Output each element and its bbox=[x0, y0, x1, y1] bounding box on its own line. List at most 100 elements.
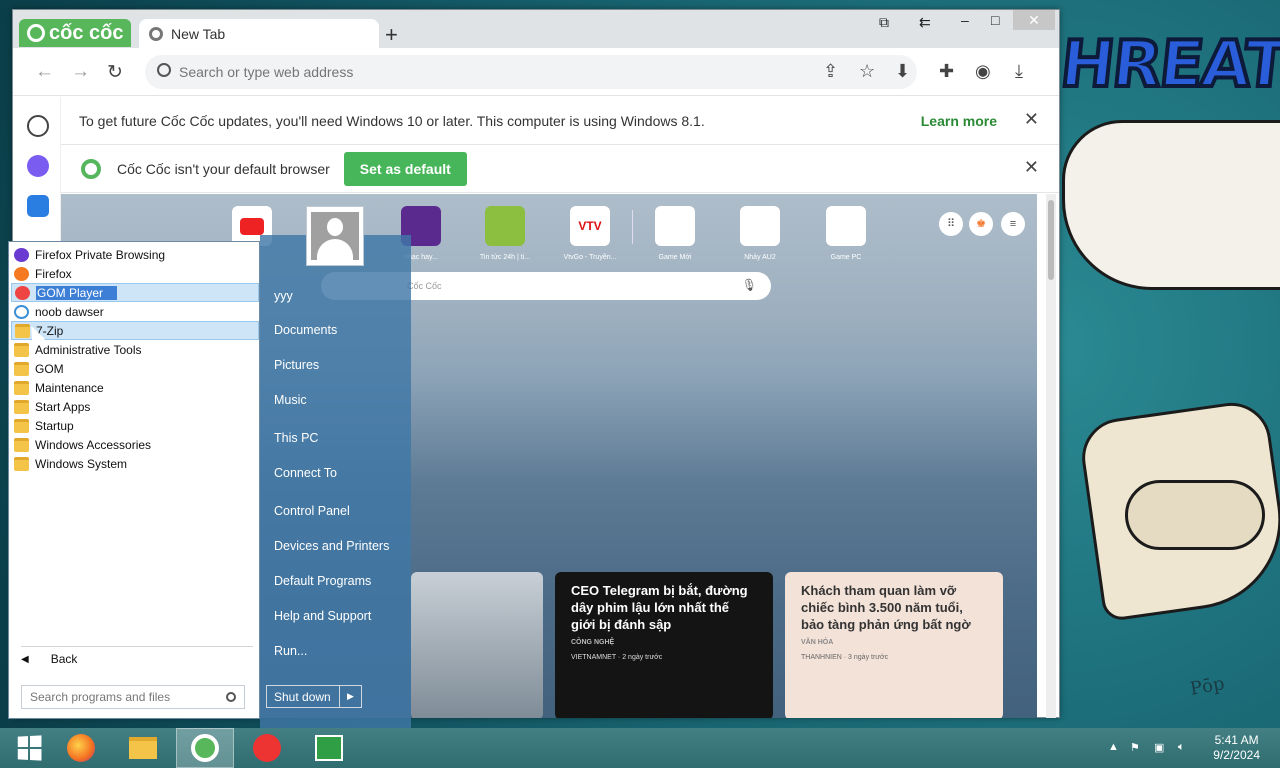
speed-dial-item[interactable] bbox=[655, 206, 695, 246]
apps-grid-icon[interactable]: ⠿ bbox=[939, 212, 963, 236]
back-button[interactable]: ◀ Back bbox=[21, 652, 77, 666]
microphone-icon[interactable]: 🎙︎ bbox=[742, 278, 757, 292]
new-tab-button[interactable]: + bbox=[385, 22, 398, 48]
taskbar-store[interactable] bbox=[300, 728, 358, 768]
tab-bar: cốc cốc New Tab + ⧉ ⇇ ‒ □ ✕ bbox=[13, 10, 1059, 48]
start-right-item[interactable]: Run... bbox=[274, 644, 307, 658]
program-label: Administrative Tools bbox=[35, 342, 142, 357]
address-input[interactable] bbox=[179, 60, 779, 84]
taskbar-file-explorer[interactable] bbox=[114, 728, 172, 768]
start-right-item[interactable]: Default Programs bbox=[274, 574, 371, 588]
program-item[interactable]: 7-Zip bbox=[11, 321, 259, 340]
program-item[interactable]: Maintenance bbox=[11, 378, 259, 397]
news-card[interactable]: CEO Telegram bị bắt, đường dây phim lậu … bbox=[555, 572, 773, 718]
extensions-icon[interactable]: ✚ bbox=[939, 61, 954, 82]
program-item[interactable]: Firefox bbox=[11, 264, 259, 283]
folder-icon bbox=[14, 361, 29, 376]
start-right-item[interactable]: Music bbox=[274, 393, 307, 407]
games-icon[interactable]: ♚ bbox=[969, 212, 993, 236]
sidebar-toggle-icon[interactable]: ⇇ bbox=[919, 14, 931, 31]
firefox-icon bbox=[14, 266, 29, 281]
forward-arrow-icon[interactable]: → bbox=[71, 61, 90, 83]
coccoc-menu-button[interactable]: cốc cốc bbox=[19, 19, 131, 47]
user-avatar[interactable] bbox=[306, 206, 364, 266]
speed-dial-item[interactable] bbox=[740, 206, 780, 246]
program-label: Start Apps bbox=[35, 399, 91, 414]
gom-player-icon bbox=[253, 734, 281, 762]
default-browser-infobar: Cốc Cốc isn't your default browser Set a… bbox=[61, 145, 1059, 193]
program-item[interactable]: Administrative Tools bbox=[11, 340, 259, 359]
close-window-button[interactable]: ✕ bbox=[1013, 10, 1055, 30]
shutdown-options-arrow-icon[interactable]: ▶ bbox=[339, 686, 361, 707]
shut-down-button[interactable]: Shut down ▶ bbox=[266, 685, 362, 708]
program-item[interactable]: Startup bbox=[11, 416, 259, 435]
back-arrow-icon[interactable]: ← bbox=[35, 61, 54, 83]
start-right-item[interactable]: Documents bbox=[274, 323, 337, 337]
start-right-item[interactable]: Help and Support bbox=[274, 609, 371, 623]
speed-dial-vtvgo[interactable]: VTV bbox=[570, 206, 610, 246]
start-right-item[interactable]: Pictures bbox=[274, 358, 319, 372]
start-right-item[interactable]: Devices and Printers bbox=[274, 539, 389, 553]
start-right-item[interactable]: This PC bbox=[274, 431, 318, 445]
scrollbar[interactable] bbox=[1046, 194, 1056, 718]
program-item[interactable]: Start Apps bbox=[11, 397, 259, 416]
screen-capture-icon[interactable]: ⧉ bbox=[879, 14, 889, 31]
messenger-icon[interactable] bbox=[27, 155, 49, 177]
news-title: Khách tham quan làm vỡ chiếc bình 3.500 … bbox=[801, 583, 971, 632]
clock[interactable]: 5:41 AM 9/2/2024 bbox=[1213, 733, 1260, 763]
program-label: Firefox bbox=[35, 266, 72, 281]
download-video-icon[interactable]: ⬇ bbox=[895, 61, 910, 82]
scrollbar-thumb[interactable] bbox=[1048, 200, 1054, 280]
start-button[interactable] bbox=[0, 728, 58, 768]
minimize-button[interactable]: ‒ bbox=[961, 12, 969, 28]
program-item[interactable]: GOM bbox=[11, 359, 259, 378]
tab-new-tab[interactable]: New Tab bbox=[139, 19, 379, 48]
start-right-item[interactable]: yyy bbox=[274, 289, 293, 303]
set-as-default-button[interactable]: Set as default bbox=[343, 151, 467, 186]
customize-icon[interactable]: ≡ bbox=[1001, 212, 1025, 236]
share-icon[interactable]: ⇪ bbox=[823, 61, 838, 82]
program-item[interactable]: Windows System bbox=[11, 454, 259, 473]
wallpaper-art bbox=[1125, 480, 1265, 550]
action-center-flag-icon[interactable]: ⚑ bbox=[1130, 741, 1140, 754]
update-infobar: To get future Cốc Cốc updates, you'll ne… bbox=[61, 97, 1059, 145]
program-item[interactable]: Windows Accessories bbox=[11, 435, 259, 454]
downloads-icon[interactable]: ⤓ bbox=[1015, 61, 1023, 82]
coccoc-logo-icon bbox=[81, 158, 101, 179]
taskbar-gom-player[interactable] bbox=[238, 728, 296, 768]
profile-icon[interactable]: ◉ bbox=[975, 61, 991, 82]
news-card[interactable]: Khách tham quan làm vỡ chiếc bình 3.500 … bbox=[785, 572, 1003, 718]
taskbar: ▲ ⚑ ▣ 🔈︎ 5:41 AM 9/2/2024 bbox=[0, 728, 1280, 768]
bookmark-star-icon[interactable]: ☆ bbox=[859, 61, 875, 82]
taskbar-coccoc[interactable] bbox=[176, 728, 234, 768]
program-item[interactable]: noob dawser bbox=[11, 302, 259, 321]
news-category: VĂN HÓA bbox=[801, 639, 834, 646]
start-right-item[interactable]: Connect To bbox=[274, 466, 337, 480]
speed-dial-label: Game PC bbox=[830, 254, 862, 261]
folder-icon bbox=[14, 380, 29, 395]
start-search-box[interactable]: Search programs and files bbox=[21, 685, 245, 709]
program-item[interactable]: Firefox Private Browsing bbox=[11, 245, 259, 264]
address-bar[interactable] bbox=[145, 55, 917, 89]
maximize-button[interactable]: □ bbox=[991, 12, 999, 28]
program-item[interactable]: GOM Player bbox=[11, 283, 259, 302]
program-label: GOM bbox=[35, 361, 64, 376]
taskbar-firefox[interactable] bbox=[52, 728, 110, 768]
close-icon[interactable]: ✕ bbox=[1024, 157, 1039, 178]
close-icon[interactable]: ✕ bbox=[1024, 109, 1039, 130]
network-icon[interactable]: ▣ bbox=[1154, 741, 1164, 754]
news-title: CEO Telegram bị bắt, đường dây phim lậu … bbox=[571, 583, 748, 632]
learn-more-link[interactable]: Learn more bbox=[921, 113, 997, 129]
news-card-image[interactable] bbox=[411, 572, 543, 718]
speed-dial-item[interactable] bbox=[485, 206, 525, 246]
show-hidden-icons-icon[interactable]: ▲ bbox=[1108, 741, 1119, 753]
ie-icon bbox=[14, 304, 29, 319]
speed-dial-label: Tin tức 24h | ti... bbox=[479, 254, 531, 261]
start-right-item[interactable]: Control Panel bbox=[274, 504, 350, 518]
zalo-icon[interactable] bbox=[27, 195, 49, 217]
speed-dial-item[interactable] bbox=[826, 206, 866, 246]
folder-icon bbox=[14, 418, 29, 433]
volume-muted-icon[interactable]: 🔈︎ bbox=[1178, 741, 1185, 754]
history-icon[interactable] bbox=[27, 115, 49, 137]
reload-icon[interactable]: ↻ bbox=[107, 61, 123, 84]
